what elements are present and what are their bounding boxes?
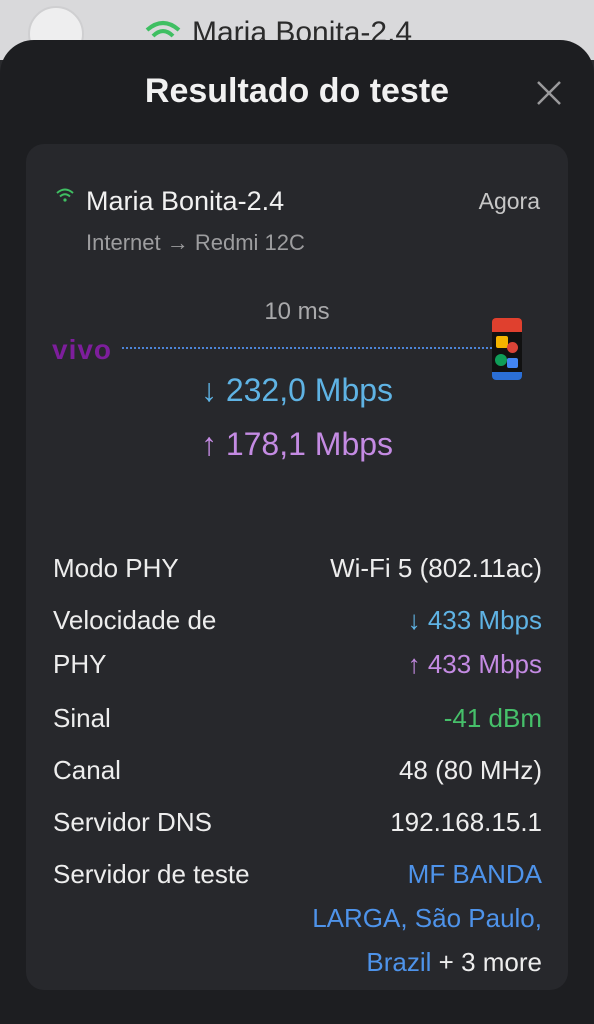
test-server-link[interactable]: LARGA, São Paulo, [312,903,542,933]
latency-value: 10 ms [264,298,330,325]
arrow-up-icon: ↑ [200,426,226,462]
connection-path: Internet → Redmi 12C [86,230,305,256]
path-to: Redmi 12C [194,230,305,255]
dns-value: 192.168.15.1 [390,807,542,837]
phy-mode-label: Modo PHY [53,553,179,583]
close-icon[interactable] [534,78,564,108]
phone-icon [492,318,522,380]
phy-mode-value: Wi-Fi 5 (802.11ac) [330,553,542,583]
phy-speed-up: ↑ 433 Mbps [407,649,542,679]
sheet-title: Resultado do teste [144,72,450,110]
channel-label: Canal [53,755,121,785]
more-servers[interactable]: + 3 more [439,947,542,977]
download-speed: ↓ 232,0 Mbps [200,372,394,408]
channel-value: 48 (80 MHz) [398,755,542,785]
test-server-value: MF BANDA LARGA, São Paulo, Brazil + 3 mo… [312,852,542,984]
arrow-up-icon: ↑ [407,649,428,679]
network-name: Maria Bonita-2.4 [86,186,285,216]
result-card: Maria Bonita-2.4 Agora Internet → Redmi … [26,144,568,990]
signal-value: -41 dBm [443,703,542,733]
connection-line [122,347,492,349]
signal-label: Sinal [53,703,111,733]
test-result-sheet: Resultado do teste Maria Bonita-2.4 Agor… [0,40,594,1024]
test-server-link[interactable]: MF BANDA [408,859,542,889]
phy-speed-down: ↓ 433 Mbps [407,605,542,635]
path-from: Internet [86,230,161,255]
provider-logo: vivo [52,334,113,365]
dns-label: Servidor DNS [53,807,212,837]
phy-speed-label: Velocidade de PHY [53,605,217,679]
arrow-right-icon: → [166,230,195,255]
test-server-link[interactable]: Brazil [366,947,431,977]
test-server-label: Servidor de teste [53,859,250,889]
upload-speed: ↑ 178,1 Mbps [200,426,394,462]
wifi-icon [56,188,74,202]
arrow-down-icon: ↓ [407,605,428,635]
test-time: Agora [478,188,540,214]
arrow-down-icon: ↓ [200,372,226,408]
